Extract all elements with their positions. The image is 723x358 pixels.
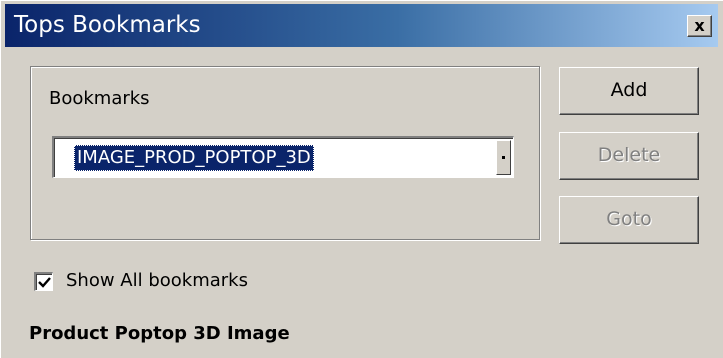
close-button[interactable]: x [687,15,712,37]
bookmarks-label: Bookmarks [49,88,150,109]
title-bar[interactable]: Tops Bookmarks x [5,4,718,47]
checkmark-icon [38,277,51,288]
delete-button[interactable]: Delete [559,132,699,180]
dropdown-icon [502,156,505,159]
bookmarks-combobox[interactable]: IMAGE_PROD_POPTOP_3D [52,136,514,178]
bookmarks-selected-value[interactable]: IMAGE_PROD_POPTOP_3D [74,145,314,171]
window-title: Tops Bookmarks [14,12,201,38]
show-all-label[interactable]: Show All bookmarks [66,268,248,294]
bookmarks-dialog: Tops Bookmarks x Bookmarks IMAGE_PROD_PO… [0,0,723,358]
dropdown-button[interactable] [496,140,511,175]
goto-button[interactable]: Goto [559,196,699,244]
show-all-checkbox[interactable] [34,272,53,291]
bookmark-description: Product Poptop 3D Image [29,323,290,344]
bookmarks-groupbox: Bookmarks IMAGE_PROD_POPTOP_3D [30,66,540,240]
close-icon: x [694,16,705,35]
add-button[interactable]: Add [559,67,699,115]
